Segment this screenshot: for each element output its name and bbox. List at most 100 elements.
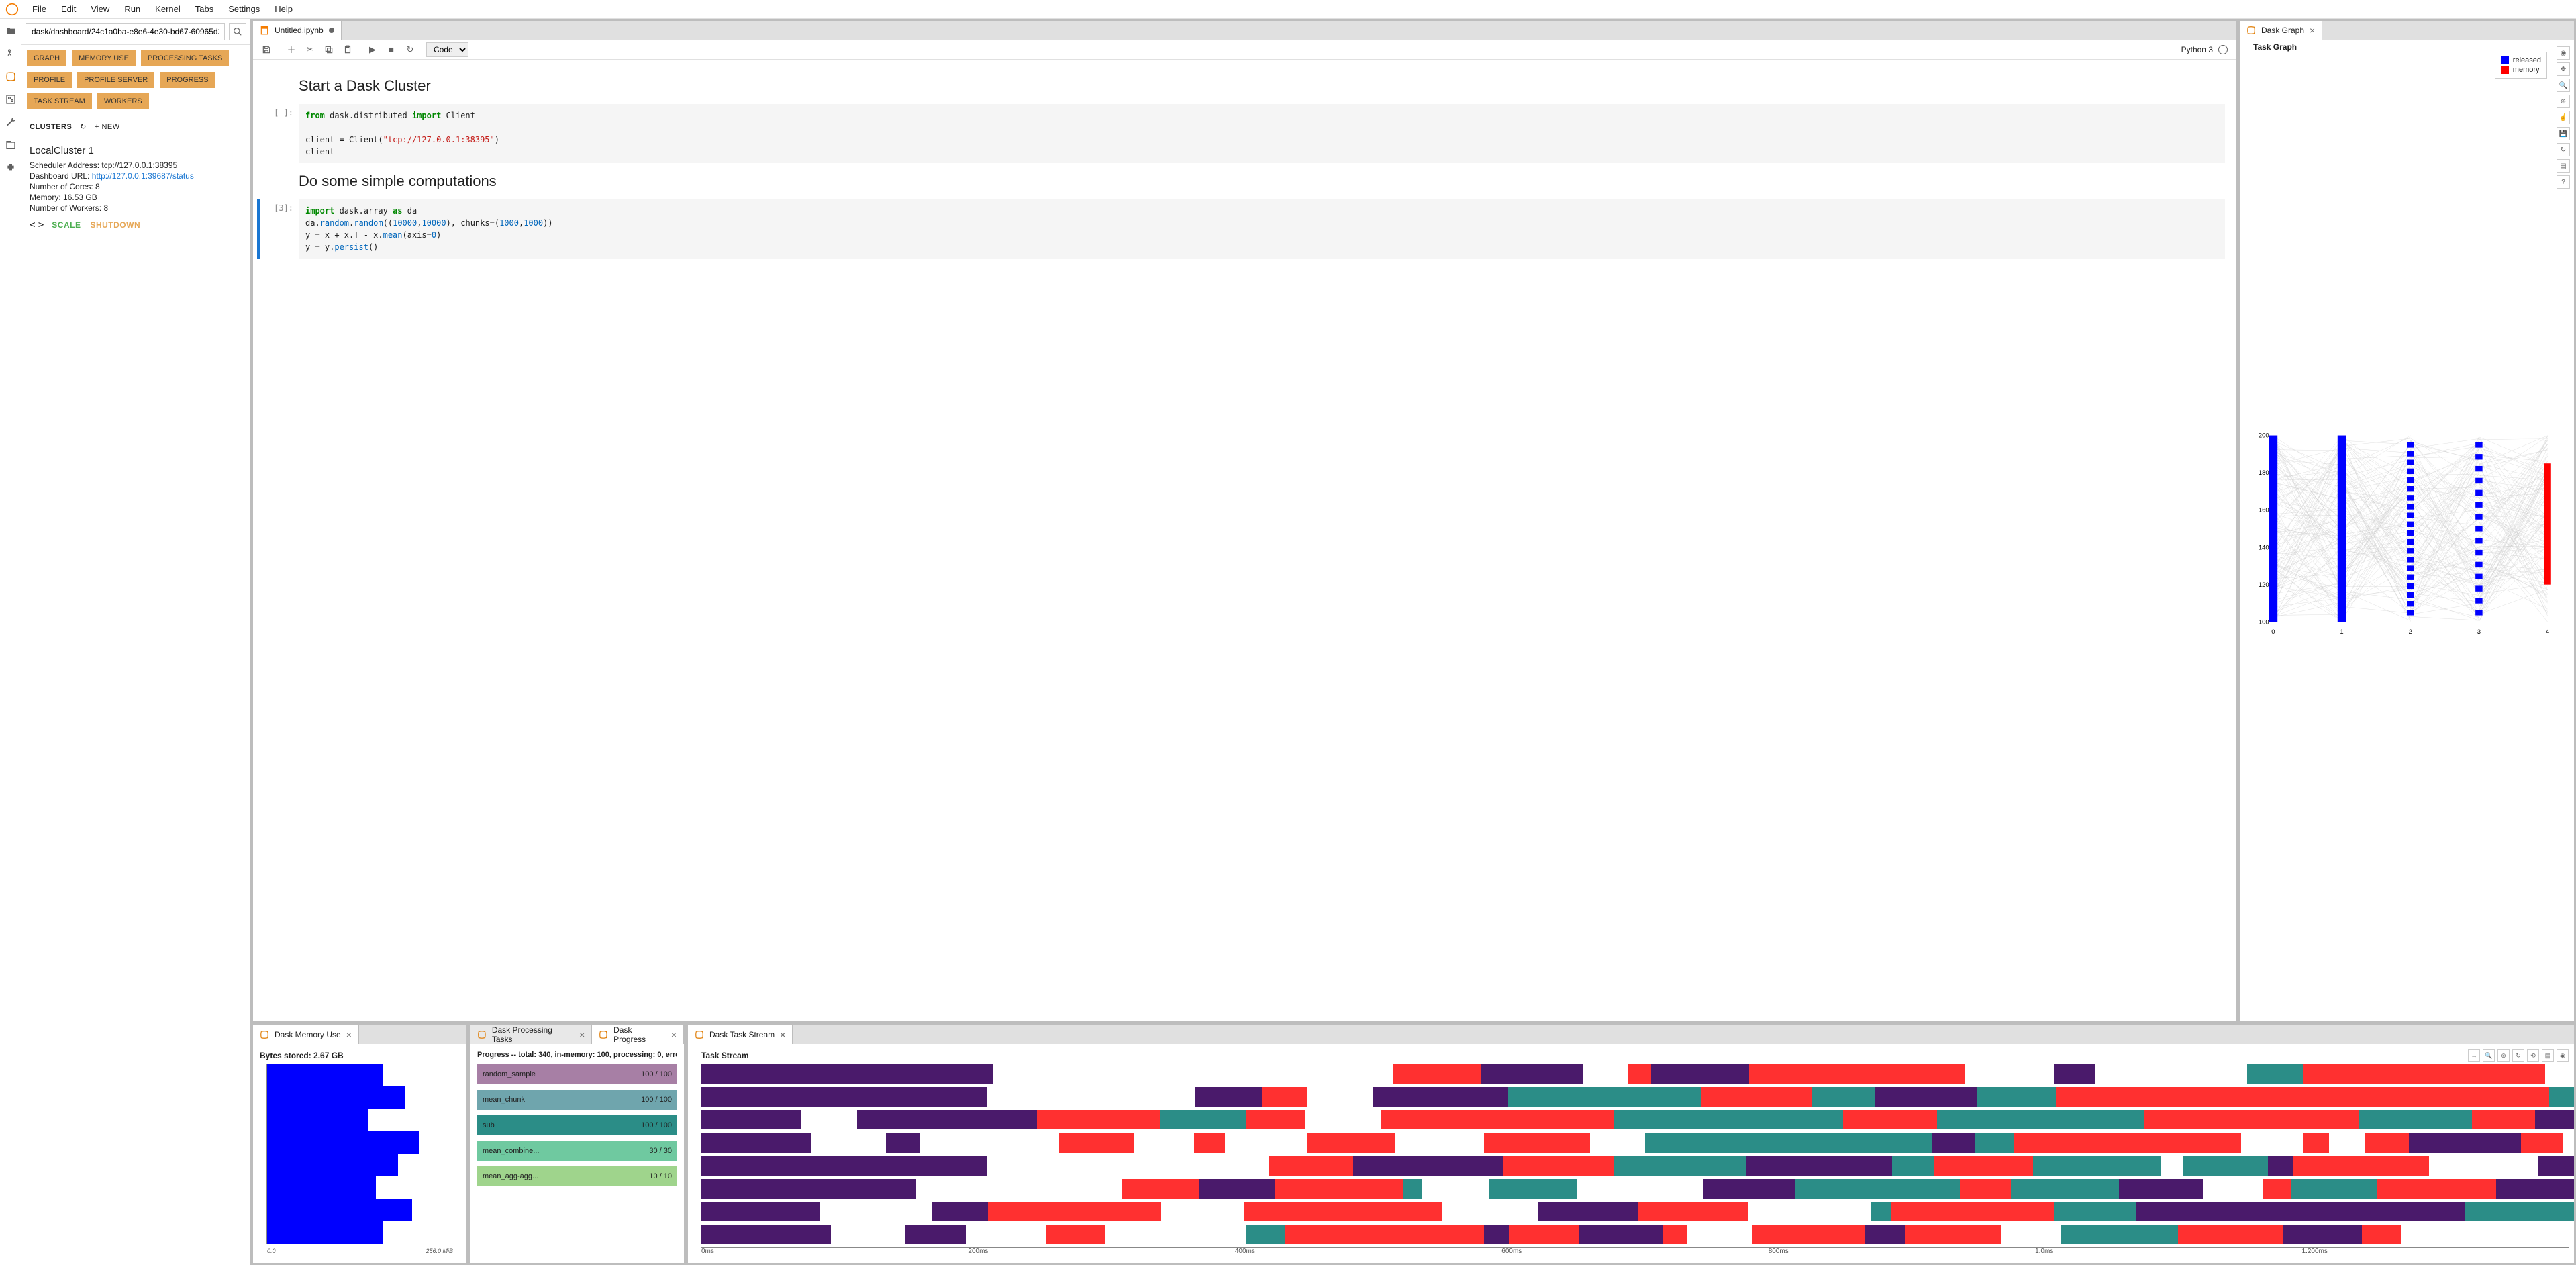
svg-text:100: 100 bbox=[2259, 618, 2269, 625]
dash-progress-button[interactable]: PROGRESS bbox=[160, 72, 215, 88]
menu-edit[interactable]: Edit bbox=[54, 1, 83, 17]
task-stream-tab[interactable]: Dask Task Stream × bbox=[688, 1025, 793, 1044]
menu-run[interactable]: Run bbox=[117, 1, 147, 17]
menu-view[interactable]: View bbox=[84, 1, 116, 17]
close-icon[interactable]: × bbox=[780, 1029, 785, 1040]
tabs-icon[interactable] bbox=[4, 138, 17, 152]
task-stream-xaxis: 0ms200ms400ms600ms800ms1.0ms1.200ms bbox=[701, 1247, 2569, 1258]
dash-workers-button[interactable]: WORKERS bbox=[97, 93, 149, 109]
zoom-icon[interactable]: 🔍 bbox=[2557, 79, 2570, 92]
stop-icon[interactable]: ■ bbox=[383, 42, 399, 58]
new-cluster-button[interactable]: + NEW bbox=[95, 123, 120, 131]
dask-sidebar: GRAPH MEMORY USE PROCESSING TASKS PROFIL… bbox=[21, 19, 251, 1265]
memory-chart[interactable]: 0.0 256.0 MiB bbox=[266, 1064, 453, 1244]
menu-tabs[interactable]: Tabs bbox=[189, 1, 220, 17]
shutdown-button[interactable]: SHUTDOWN bbox=[90, 220, 140, 230]
menu-kernel[interactable]: Kernel bbox=[148, 1, 187, 17]
processing-tab[interactable]: Dask Processing Tasks × bbox=[470, 1025, 592, 1044]
workers-value: 8 bbox=[103, 203, 108, 213]
notebook-body[interactable]: Start a Dask Cluster [ ]: from dask.dist… bbox=[253, 60, 2236, 1021]
mem-xlabel: 256.0 MiB bbox=[426, 1248, 453, 1254]
graph-tab[interactable]: Dask Graph × bbox=[2240, 21, 2322, 40]
legend-memory: memory bbox=[2513, 66, 2540, 74]
hover-icon[interactable]: ▤ bbox=[2542, 1049, 2554, 1062]
menu-file[interactable]: File bbox=[26, 1, 53, 17]
svg-text:180: 180 bbox=[2259, 469, 2269, 476]
folder-icon[interactable] bbox=[4, 24, 17, 38]
dask-icon bbox=[599, 1030, 608, 1039]
running-icon[interactable] bbox=[4, 47, 17, 60]
memory-tab[interactable]: Dask Memory Use × bbox=[253, 1025, 359, 1044]
progress-bar: sub100 / 100 bbox=[477, 1115, 677, 1135]
dash-graph-button[interactable]: GRAPH bbox=[27, 50, 66, 66]
graph-tab-title: Dask Graph bbox=[2261, 26, 2304, 35]
dash-profile-button[interactable]: PROFILE bbox=[27, 72, 72, 88]
code-icon[interactable]: < > bbox=[30, 220, 42, 230]
svg-text:3: 3 bbox=[2477, 628, 2481, 635]
run-icon[interactable]: ▶ bbox=[364, 42, 381, 58]
dask-icon[interactable] bbox=[4, 70, 17, 83]
clusters-label: CLUSTERS bbox=[30, 123, 72, 131]
dashboard-url-input[interactable] bbox=[26, 23, 225, 40]
cut-icon[interactable]: ✂ bbox=[302, 42, 318, 58]
paste-icon[interactable] bbox=[340, 42, 356, 58]
scale-button[interactable]: SCALE bbox=[52, 220, 81, 230]
extension-icon[interactable] bbox=[4, 161, 17, 175]
help-icon[interactable]: ? bbox=[2557, 175, 2570, 189]
svg-text:4: 4 bbox=[2546, 628, 2549, 635]
dashboard-link[interactable]: http://127.0.0.1:39687/status bbox=[92, 171, 194, 181]
task-stream-chart[interactable] bbox=[701, 1064, 2569, 1244]
progress-tab[interactable]: Dask Progress × bbox=[592, 1025, 684, 1044]
wheel-zoom-icon[interactable]: ⊚ bbox=[2557, 95, 2570, 108]
svg-text:0: 0 bbox=[2271, 628, 2275, 635]
close-icon[interactable]: × bbox=[579, 1029, 585, 1040]
menu-help[interactable]: Help bbox=[268, 1, 299, 17]
dash-task-stream-button[interactable]: TASK STREAM bbox=[27, 93, 92, 109]
processing-tab-title: Dask Processing Tasks bbox=[492, 1025, 574, 1044]
dask-icon bbox=[695, 1030, 704, 1039]
progress-bar: random_sample100 / 100 bbox=[477, 1064, 677, 1084]
reset-icon[interactable]: ↻ bbox=[2557, 143, 2570, 156]
copy-icon[interactable] bbox=[321, 42, 337, 58]
refresh-icon[interactable]: ↻ bbox=[80, 122, 87, 131]
close-icon[interactable]: × bbox=[346, 1029, 352, 1040]
menu-settings[interactable]: Settings bbox=[221, 1, 266, 17]
xpan-icon[interactable]: ↔ bbox=[2468, 1049, 2480, 1062]
cluster-info: LocalCluster 1 Scheduler Address: tcp://… bbox=[21, 138, 250, 237]
hover-icon[interactable]: ▤ bbox=[2557, 159, 2570, 173]
graph-title: Task Graph bbox=[2253, 42, 2297, 52]
zoom-icon[interactable]: 🔍 bbox=[2483, 1049, 2495, 1062]
close-icon[interactable]: × bbox=[2310, 25, 2315, 36]
restart-icon[interactable]: ↻ bbox=[402, 42, 418, 58]
task-graph-chart[interactable]: 10012014016018020001234 bbox=[2245, 45, 2569, 1016]
kernel-name[interactable]: Python 3 bbox=[2181, 45, 2213, 54]
xwheel-icon[interactable]: ⊚ bbox=[2497, 1049, 2510, 1062]
code-cell[interactable]: import dask.array as da da.random.random… bbox=[299, 199, 2225, 259]
wrench-icon[interactable] bbox=[4, 115, 17, 129]
graph-legend: released memory bbox=[2495, 52, 2547, 79]
dash-profile-server-button[interactable]: PROFILE SERVER bbox=[77, 72, 154, 88]
dash-processing-button[interactable]: PROCESSING TASKS bbox=[141, 50, 229, 66]
task-stream-row bbox=[701, 1133, 2569, 1152]
save-icon[interactable] bbox=[258, 42, 275, 58]
add-icon[interactable]: ＋ bbox=[283, 42, 299, 58]
task-stream-row bbox=[701, 1179, 2569, 1199]
bokeh-logo-icon[interactable]: ◉ bbox=[2557, 46, 2570, 60]
dash-memory-button[interactable]: MEMORY USE bbox=[72, 50, 136, 66]
close-icon[interactable]: × bbox=[671, 1029, 677, 1040]
notebook-tab[interactable]: Untitled.ipynb bbox=[253, 21, 342, 40]
tap-icon[interactable]: ☝ bbox=[2557, 111, 2570, 124]
task-stream-panel: Dask Task Stream × Task Stream ↔ 🔍 ⊚ ↻ ⟲ bbox=[687, 1025, 2575, 1264]
reset-icon[interactable]: ⟲ bbox=[2527, 1049, 2539, 1062]
bokeh-logo-icon[interactable]: ◉ bbox=[2557, 1049, 2569, 1062]
reset-icon[interactable]: ↻ bbox=[2512, 1049, 2524, 1062]
scheduler-label: Scheduler Address: bbox=[30, 160, 99, 170]
pan-icon[interactable]: ✥ bbox=[2557, 62, 2570, 76]
memory-tab-title: Dask Memory Use bbox=[275, 1030, 341, 1039]
commands-icon[interactable] bbox=[4, 93, 17, 106]
memory-label: Memory: bbox=[30, 193, 61, 202]
code-cell[interactable]: from dask.distributed import Client clie… bbox=[299, 104, 2225, 163]
search-button[interactable] bbox=[229, 23, 246, 40]
save-icon[interactable]: 💾 bbox=[2557, 127, 2570, 140]
cell-type-select[interactable]: Code bbox=[426, 42, 468, 57]
